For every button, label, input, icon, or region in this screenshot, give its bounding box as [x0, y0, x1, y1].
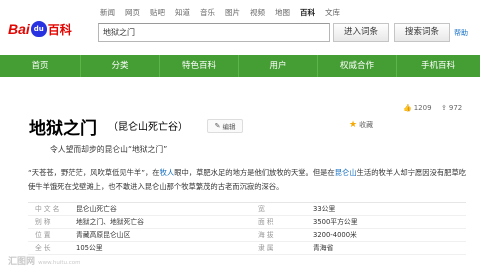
info-row: 全长 105公里 隶属 青海省 [28, 242, 466, 255]
topnav-images[interactable]: 图片 [225, 7, 240, 19]
info-key: 面积 [258, 218, 276, 226]
main-navbar: 首页 分类 特色百科 用户 权威合作 手机百科 [0, 55, 480, 77]
info-value: 3500平方公里 [313, 218, 358, 226]
watermark: 汇图网 www.huitu.com [8, 254, 81, 267]
like-count: 1209 [413, 104, 432, 112]
star-icon: ★ [349, 120, 358, 130]
topnav-wenku[interactable]: 文库 [325, 7, 340, 19]
watermark-url: www.huitu.com [38, 260, 81, 266]
summary-text: 眼中，草肥水足的地方是他们放牧的天堂。但是在 [174, 168, 335, 177]
image-caption: 令人望而却步的昆仑山“地狱之门” [50, 145, 168, 154]
info-row: 位置 青藏高原昆仑山区 海拔 3200-4000米 [28, 229, 466, 242]
info-value: 昆仑山死亡谷 [76, 205, 117, 213]
topnav-tieba[interactable]: 贴吧 [150, 7, 165, 19]
help-link[interactable]: 帮助 [454, 28, 468, 38]
info-key: 全长 [35, 244, 53, 252]
nav-category[interactable]: 分类 [81, 55, 159, 77]
info-key: 宽 [258, 205, 267, 213]
topnav-baike[interactable]: 百科 [300, 7, 315, 19]
share-count: 972 [448, 104, 463, 112]
thumbs-up-icon: 👍 [403, 104, 412, 112]
baidu-baike-logo[interactable]: Bai du 百科 [8, 16, 72, 42]
info-value: 33公里 [313, 205, 336, 213]
entry-summary: “天苍苍，野茫茫，风吹草低见牛羊”，在牧人眼中，草肥水足的地方是他们放牧的天堂。… [28, 166, 468, 194]
nav-featured[interactable]: 特色百科 [160, 55, 238, 77]
info-key: 海拔 [258, 231, 276, 239]
nav-home[interactable]: 首页 [0, 55, 80, 77]
nav-user[interactable]: 用户 [239, 55, 317, 77]
topnav-zhidao[interactable]: 知道 [175, 7, 190, 19]
summary-text: “天苍苍，野茫茫，风吹草低见牛羊”，在 [28, 168, 160, 177]
info-value: 青藏高原昆仑山区 [76, 231, 131, 239]
logo-bai-text: Bai [8, 21, 30, 37]
top-navigation: 新闻 网页 贴吧 知道 音乐 图片 视频 地图 百科 文库 [100, 7, 340, 19]
logo-baike-text: 百科 [47, 22, 72, 37]
share-button[interactable]: ⇪ 972 [441, 104, 462, 112]
search-input[interactable]: 地狱之门 [98, 23, 330, 42]
search-entry-button[interactable]: 搜索词条 [394, 23, 450, 42]
page-subtitle: （昆仑山死亡谷） [108, 122, 188, 133]
info-key: 隶属 [258, 244, 276, 252]
share-icon: ⇪ [441, 104, 447, 112]
topnav-web[interactable]: 网页 [125, 7, 140, 19]
info-value: 3200-4000米 [313, 231, 357, 239]
paw-icon: du [30, 21, 47, 37]
info-value: 地狱之门、地狱死亡谷 [76, 218, 144, 226]
collect-button[interactable]: ★ 收藏 [349, 120, 373, 130]
basic-info-box: 中文名 昆仑山死亡谷 宽 33公里 别称 地狱之门、地狱死亡谷 面积 3500平… [28, 202, 466, 255]
topnav-map[interactable]: 地图 [275, 7, 290, 19]
collect-label: 收藏 [359, 121, 374, 129]
info-value: 青海省 [313, 244, 334, 252]
edit-button[interactable]: ✎ 编辑 [207, 119, 243, 133]
nav-authority[interactable]: 权威合作 [318, 55, 396, 77]
enter-entry-button[interactable]: 进入词条 [333, 23, 389, 42]
topnav-video[interactable]: 视频 [250, 7, 265, 19]
watermark-main: 汇图网 [8, 257, 36, 267]
info-key: 别称 [35, 218, 53, 226]
nav-mobile[interactable]: 手机百科 [397, 55, 479, 77]
like-button[interactable]: 👍 1209 [403, 104, 432, 112]
summary-link-herdsman[interactable]: 牧人 [160, 168, 175, 177]
edit-label: 编辑 [222, 123, 236, 131]
summary-link-kunlun[interactable]: 昆仑山 [335, 168, 357, 177]
info-row: 中文名 昆仑山死亡谷 宽 33公里 [28, 203, 466, 216]
pencil-icon: ✎ [214, 122, 221, 130]
topnav-music[interactable]: 音乐 [200, 7, 215, 19]
page-title: 地狱之门 [29, 119, 97, 139]
info-key: 中文名 [35, 205, 62, 213]
info-value: 105公里 [76, 244, 103, 252]
info-row: 别称 地狱之门、地狱死亡谷 面积 3500平方公里 [28, 216, 466, 229]
topnav-news[interactable]: 新闻 [100, 7, 115, 19]
info-key: 位置 [35, 231, 53, 239]
